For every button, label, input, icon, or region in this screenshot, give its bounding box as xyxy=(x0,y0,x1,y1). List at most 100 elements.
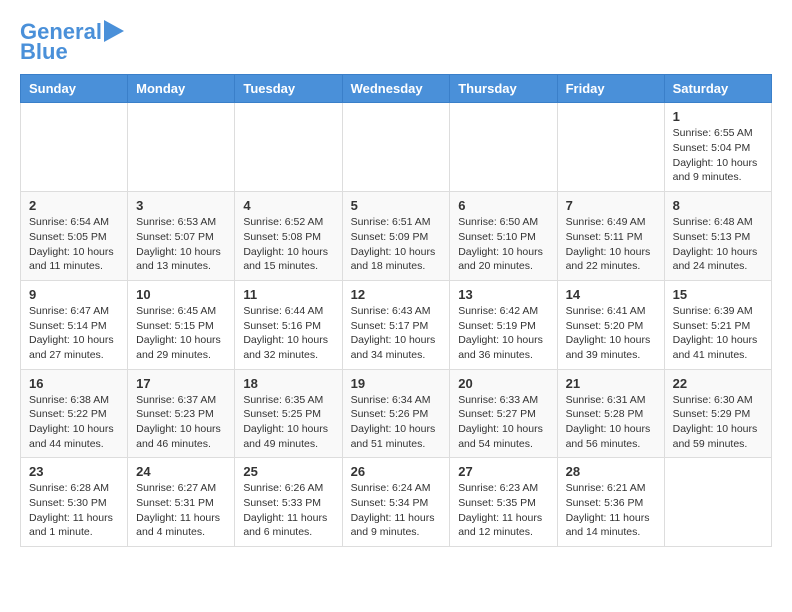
week-row-2: 2 Sunrise: 6:54 AM Sunset: 5:05 PM Daylig… xyxy=(21,192,772,281)
day-info: Sunrise: 6:44 AM Sunset: 5:16 PM Dayligh… xyxy=(243,304,333,363)
calendar-cell: 27 Sunrise: 6:23 AM Sunset: 5:35 PM Dayli… xyxy=(450,458,557,547)
week-row-1: 1 Sunrise: 6:55 AM Sunset: 5:04 PM Daylig… xyxy=(21,103,772,192)
day-number: 13 xyxy=(458,287,548,302)
calendar-cell: 15 Sunrise: 6:39 AM Sunset: 5:21 PM Dayli… xyxy=(664,280,771,369)
calendar-cell: 9 Sunrise: 6:47 AM Sunset: 5:14 PM Daylig… xyxy=(21,280,128,369)
day-number: 6 xyxy=(458,198,548,213)
calendar-cell: 14Sunrise: 6:41 AM Sunset: 5:20 PM Dayli… xyxy=(557,280,664,369)
day-info: Sunrise: 6:51 AM Sunset: 5:09 PM Dayligh… xyxy=(351,215,442,274)
calendar-cell: 18 Sunrise: 6:35 AM Sunset: 5:25 PM Dayli… xyxy=(235,369,342,458)
day-number: 20 xyxy=(458,376,548,391)
calendar-table: SundayMondayTuesdayWednesdayThursdayFrid… xyxy=(20,74,772,547)
calendar-header-row: SundayMondayTuesdayWednesdayThursdayFrid… xyxy=(21,75,772,103)
day-info: Sunrise: 6:54 AM Sunset: 5:05 PM Dayligh… xyxy=(29,215,119,274)
day-number: 12 xyxy=(351,287,442,302)
calendar-cell: 3 Sunrise: 6:53 AM Sunset: 5:07 PM Daylig… xyxy=(128,192,235,281)
day-number: 11 xyxy=(243,287,333,302)
header-friday: Friday xyxy=(557,75,664,103)
day-number: 22 xyxy=(673,376,763,391)
calendar-cell: 6 Sunrise: 6:50 AM Sunset: 5:10 PM Daylig… xyxy=(450,192,557,281)
header-saturday: Saturday xyxy=(664,75,771,103)
calendar-cell xyxy=(664,458,771,547)
calendar-cell: 1 Sunrise: 6:55 AM Sunset: 5:04 PM Daylig… xyxy=(664,103,771,192)
calendar-cell: 11 Sunrise: 6:44 AM Sunset: 5:16 PM Dayli… xyxy=(235,280,342,369)
week-row-4: 16Sunrise: 6:38 AM Sunset: 5:22 PM Dayli… xyxy=(21,369,772,458)
day-number: 8 xyxy=(673,198,763,213)
calendar-cell: 26Sunrise: 6:24 AM Sunset: 5:34 PM Dayli… xyxy=(342,458,450,547)
calendar-cell: 17 Sunrise: 6:37 AM Sunset: 5:23 PM Dayli… xyxy=(128,369,235,458)
day-number: 5 xyxy=(351,198,442,213)
day-number: 7 xyxy=(566,198,656,213)
day-info: Sunrise: 6:33 AM Sunset: 5:27 PM Dayligh… xyxy=(458,393,548,452)
calendar-cell: 21 Sunrise: 6:31 AM Sunset: 5:28 PM Dayli… xyxy=(557,369,664,458)
day-number: 21 xyxy=(566,376,656,391)
calendar-cell: 10Sunrise: 6:45 AM Sunset: 5:15 PM Dayli… xyxy=(128,280,235,369)
day-info: Sunrise: 6:52 AM Sunset: 5:08 PM Dayligh… xyxy=(243,215,333,274)
day-info: Sunrise: 6:53 AM Sunset: 5:07 PM Dayligh… xyxy=(136,215,226,274)
day-number: 27 xyxy=(458,464,548,479)
header-wednesday: Wednesday xyxy=(342,75,450,103)
calendar-cell: 24Sunrise: 6:27 AM Sunset: 5:31 PM Dayli… xyxy=(128,458,235,547)
header-thursday: Thursday xyxy=(450,75,557,103)
logo: General Blue xyxy=(20,20,124,64)
day-info: Sunrise: 6:21 AM Sunset: 5:36 PM Dayligh… xyxy=(566,481,656,540)
calendar-cell: 12 Sunrise: 6:43 AM Sunset: 5:17 PM Dayli… xyxy=(342,280,450,369)
day-info: Sunrise: 6:37 AM Sunset: 5:23 PM Dayligh… xyxy=(136,393,226,452)
day-number: 14 xyxy=(566,287,656,302)
day-info: Sunrise: 6:24 AM Sunset: 5:34 PM Dayligh… xyxy=(351,481,442,540)
day-number: 4 xyxy=(243,198,333,213)
day-info: Sunrise: 6:45 AM Sunset: 5:15 PM Dayligh… xyxy=(136,304,226,363)
day-number: 25 xyxy=(243,464,333,479)
day-number: 1 xyxy=(673,109,763,124)
calendar-cell: 5 Sunrise: 6:51 AM Sunset: 5:09 PM Daylig… xyxy=(342,192,450,281)
day-number: 15 xyxy=(673,287,763,302)
header-sunday: Sunday xyxy=(21,75,128,103)
day-number: 16 xyxy=(29,376,119,391)
calendar-cell: 13Sunrise: 6:42 AM Sunset: 5:19 PM Dayli… xyxy=(450,280,557,369)
calendar-cell: 25 Sunrise: 6:26 AM Sunset: 5:33 PM Dayli… xyxy=(235,458,342,547)
day-info: Sunrise: 6:55 AM Sunset: 5:04 PM Dayligh… xyxy=(673,126,763,185)
calendar-cell xyxy=(450,103,557,192)
calendar-cell: 28 Sunrise: 6:21 AM Sunset: 5:36 PM Dayli… xyxy=(557,458,664,547)
day-number: 19 xyxy=(351,376,442,391)
day-info: Sunrise: 6:31 AM Sunset: 5:28 PM Dayligh… xyxy=(566,393,656,452)
day-number: 18 xyxy=(243,376,333,391)
calendar-cell: 4 Sunrise: 6:52 AM Sunset: 5:08 PM Daylig… xyxy=(235,192,342,281)
calendar-cell: 8Sunrise: 6:48 AM Sunset: 5:13 PM Daylig… xyxy=(664,192,771,281)
day-number: 17 xyxy=(136,376,226,391)
day-number: 28 xyxy=(566,464,656,479)
calendar-cell: 7 Sunrise: 6:49 AM Sunset: 5:11 PM Daylig… xyxy=(557,192,664,281)
day-number: 9 xyxy=(29,287,119,302)
calendar-cell: 23 Sunrise: 6:28 AM Sunset: 5:30 PM Dayli… xyxy=(21,458,128,547)
header-monday: Monday xyxy=(128,75,235,103)
calendar-cell xyxy=(342,103,450,192)
day-number: 23 xyxy=(29,464,119,479)
calendar-cell: 2 Sunrise: 6:54 AM Sunset: 5:05 PM Daylig… xyxy=(21,192,128,281)
day-info: Sunrise: 6:27 AM Sunset: 5:31 PM Dayligh… xyxy=(136,481,226,540)
day-info: Sunrise: 6:30 AM Sunset: 5:29 PM Dayligh… xyxy=(673,393,763,452)
calendar-cell: 16Sunrise: 6:38 AM Sunset: 5:22 PM Dayli… xyxy=(21,369,128,458)
day-info: Sunrise: 6:47 AM Sunset: 5:14 PM Dayligh… xyxy=(29,304,119,363)
day-number: 2 xyxy=(29,198,119,213)
day-info: Sunrise: 6:49 AM Sunset: 5:11 PM Dayligh… xyxy=(566,215,656,274)
day-info: Sunrise: 6:43 AM Sunset: 5:17 PM Dayligh… xyxy=(351,304,442,363)
day-info: Sunrise: 6:34 AM Sunset: 5:26 PM Dayligh… xyxy=(351,393,442,452)
logo-icon xyxy=(104,20,124,42)
calendar-cell xyxy=(557,103,664,192)
week-row-5: 23 Sunrise: 6:28 AM Sunset: 5:30 PM Dayli… xyxy=(21,458,772,547)
day-info: Sunrise: 6:26 AM Sunset: 5:33 PM Dayligh… xyxy=(243,481,333,540)
header-tuesday: Tuesday xyxy=(235,75,342,103)
day-info: Sunrise: 6:23 AM Sunset: 5:35 PM Dayligh… xyxy=(458,481,548,540)
calendar-cell: 22 Sunrise: 6:30 AM Sunset: 5:29 PM Dayli… xyxy=(664,369,771,458)
logo-text2: Blue xyxy=(20,40,68,64)
day-number: 3 xyxy=(136,198,226,213)
day-info: Sunrise: 6:39 AM Sunset: 5:21 PM Dayligh… xyxy=(673,304,763,363)
calendar-cell xyxy=(235,103,342,192)
day-info: Sunrise: 6:28 AM Sunset: 5:30 PM Dayligh… xyxy=(29,481,119,540)
calendar-cell: 20 Sunrise: 6:33 AM Sunset: 5:27 PM Dayli… xyxy=(450,369,557,458)
calendar-cell: 19 Sunrise: 6:34 AM Sunset: 5:26 PM Dayli… xyxy=(342,369,450,458)
week-row-3: 9 Sunrise: 6:47 AM Sunset: 5:14 PM Daylig… xyxy=(21,280,772,369)
calendar-cell xyxy=(21,103,128,192)
day-info: Sunrise: 6:50 AM Sunset: 5:10 PM Dayligh… xyxy=(458,215,548,274)
day-info: Sunrise: 6:35 AM Sunset: 5:25 PM Dayligh… xyxy=(243,393,333,452)
